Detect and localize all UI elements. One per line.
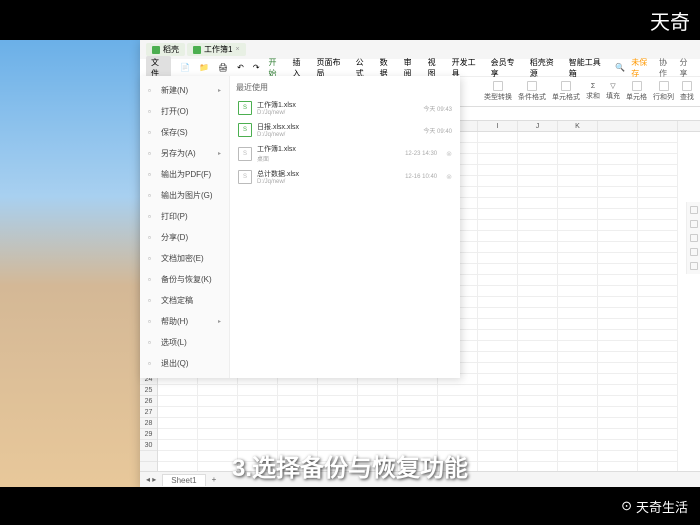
file-menu-item[interactable]: ▫备份与恢复(K) <box>140 269 229 290</box>
recent-file-item[interactable]: S总计数据.xlsxD:/Jq/new/12-16 10:40⊗ <box>236 166 454 188</box>
file-menu-item[interactable]: ▫打印(P) <box>140 206 229 227</box>
cooperate-button[interactable]: 协作 <box>659 57 674 79</box>
menu-vip[interactable]: 会员专享 <box>491 57 521 79</box>
menu-tools[interactable]: 智能工具箱 <box>569 57 607 79</box>
file-menu-item[interactable]: ▫选项(L) <box>140 332 229 353</box>
side-toolbar <box>686 202 700 274</box>
share-button[interactable]: 分享 <box>680 57 695 79</box>
file-menu-dropdown: ▫新建(N)▸▫打开(O)▫保存(S)▫另存为(A)▸▫输出为PDF(F)▫输出… <box>140 76 460 378</box>
file-menu-item[interactable]: ▫文档定稿 <box>140 290 229 311</box>
file-menu-item[interactable]: ▫新建(N)▸ <box>140 80 229 101</box>
close-icon[interactable]: × <box>235 46 239 53</box>
recent-file-item[interactable]: S工作簿1.xlsx桌面12-23 14:30⊗ <box>236 141 454 166</box>
file-menu-item[interactable]: ▫文档加密(E) <box>140 248 229 269</box>
recent-file-item[interactable]: S工作簿1.xlsxD:/Jq/new/今天 09:43 <box>236 97 454 119</box>
ribbon-cond[interactable]: 条件格式 <box>518 81 546 102</box>
file-menu-list: ▫新建(N)▸▫打开(O)▫保存(S)▫另存为(A)▸▫输出为PDF(F)▫输出… <box>140 76 230 378</box>
ribbon-filter[interactable]: ▽填充 <box>606 82 620 101</box>
sheet-tab-1[interactable]: Sheet1 <box>162 474 205 486</box>
file-menu-item[interactable]: ▫保存(S) <box>140 122 229 143</box>
tool-icon[interactable] <box>690 262 698 270</box>
sheet-nav[interactable]: ◂ ▸ <box>146 475 156 484</box>
menu-bar: 文件 📄📁🖨↶↷ 开始 插入 页面布局 公式 数据 审阅 视图 开发工具 会员专… <box>140 59 700 77</box>
file-menu-item[interactable]: ▫退出(Q) <box>140 353 229 374</box>
recent-header: 最近使用 <box>236 82 454 93</box>
add-sheet-button[interactable]: + <box>212 475 217 484</box>
tab-workbook1[interactable]: 工作簿1× <box>187 43 246 56</box>
file-menu-item[interactable]: ▫输出为PDF(F) <box>140 164 229 185</box>
ribbon-type[interactable]: 类型转换 <box>484 81 512 102</box>
tool-icon[interactable] <box>690 206 698 214</box>
recent-files-panel: 最近使用 S工作簿1.xlsxD:/Jq/new/今天 09:43S日报.xls… <box>230 76 460 378</box>
ribbon-cellstyle[interactable]: 单元格式 <box>552 81 580 102</box>
wps-window: 稻壳 工作簿1× 文件 📄📁🖨↶↷ 开始 插入 页面布局 公式 数据 审阅 视图… <box>140 40 700 487</box>
file-menu-item[interactable]: ▫帮助(H)▸ <box>140 311 229 332</box>
brand-partial: 天奇 <box>650 6 690 35</box>
ribbon-cell[interactable]: 单元格 <box>626 81 647 102</box>
tab-doke[interactable]: 稻壳 <box>146 43 185 56</box>
video-topbar: 天奇 <box>0 0 700 40</box>
ribbon-find[interactable]: 查找 <box>680 81 694 102</box>
ribbon-sum[interactable]: Σ求和 <box>586 83 600 101</box>
file-menu-item[interactable]: ▫打开(O) <box>140 101 229 122</box>
tool-icon[interactable] <box>690 220 698 228</box>
desktop-wallpaper: 稻壳 工作簿1× 文件 📄📁🖨↶↷ 开始 插入 页面布局 公式 数据 审阅 视图… <box>0 40 700 487</box>
file-menu-item[interactable]: ▫另存为(A)▸ <box>140 143 229 164</box>
menu-res[interactable]: 稻壳资源 <box>530 57 560 79</box>
ribbon-rowcol[interactable]: 行和列 <box>653 81 674 102</box>
video-caption: 3.选择备份与恢复功能 <box>232 448 468 483</box>
tab-icon <box>152 46 160 54</box>
brand-logo: ⊙ 天奇生活 <box>621 497 688 516</box>
tool-icon[interactable] <box>690 248 698 256</box>
video-bottombar: ⊙ 天奇生活 <box>0 487 700 525</box>
file-menu-item[interactable]: ▫分享(D) <box>140 227 229 248</box>
search-circle-icon: ⊙ <box>621 498 632 514</box>
tab-icon <box>193 46 201 54</box>
recent-file-item[interactable]: S日报.xlsx.xlsxD:/Jq/new/今天 09:40 <box>236 119 454 141</box>
unsaved-badge[interactable]: 未保存 <box>631 57 653 79</box>
tool-icon[interactable] <box>690 234 698 242</box>
search-icon[interactable]: 🔍 <box>615 63 625 72</box>
document-tabs: 稻壳 工作簿1× <box>146 43 246 56</box>
file-menu-item[interactable]: ▫输出为图片(G) <box>140 185 229 206</box>
